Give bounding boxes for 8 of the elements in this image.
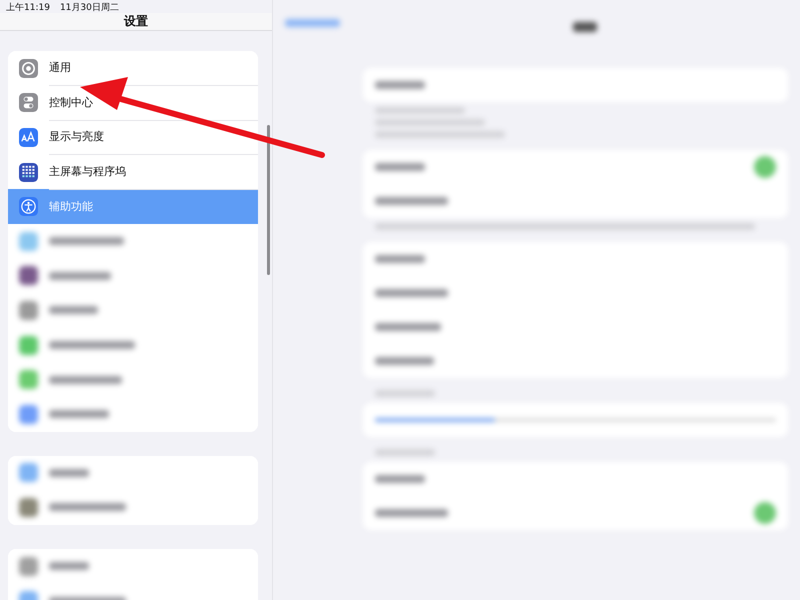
app-grid-icon	[19, 162, 38, 182]
text-size-icon	[19, 128, 38, 147]
gear-icon	[19, 58, 38, 78]
accessibility-icon	[19, 197, 38, 216]
status-time: 上午11:19	[6, 2, 50, 13]
switches-icon	[19, 93, 38, 112]
status-date: 11月30日周二	[60, 2, 119, 13]
sidebar-title: 设置	[124, 13, 148, 30]
